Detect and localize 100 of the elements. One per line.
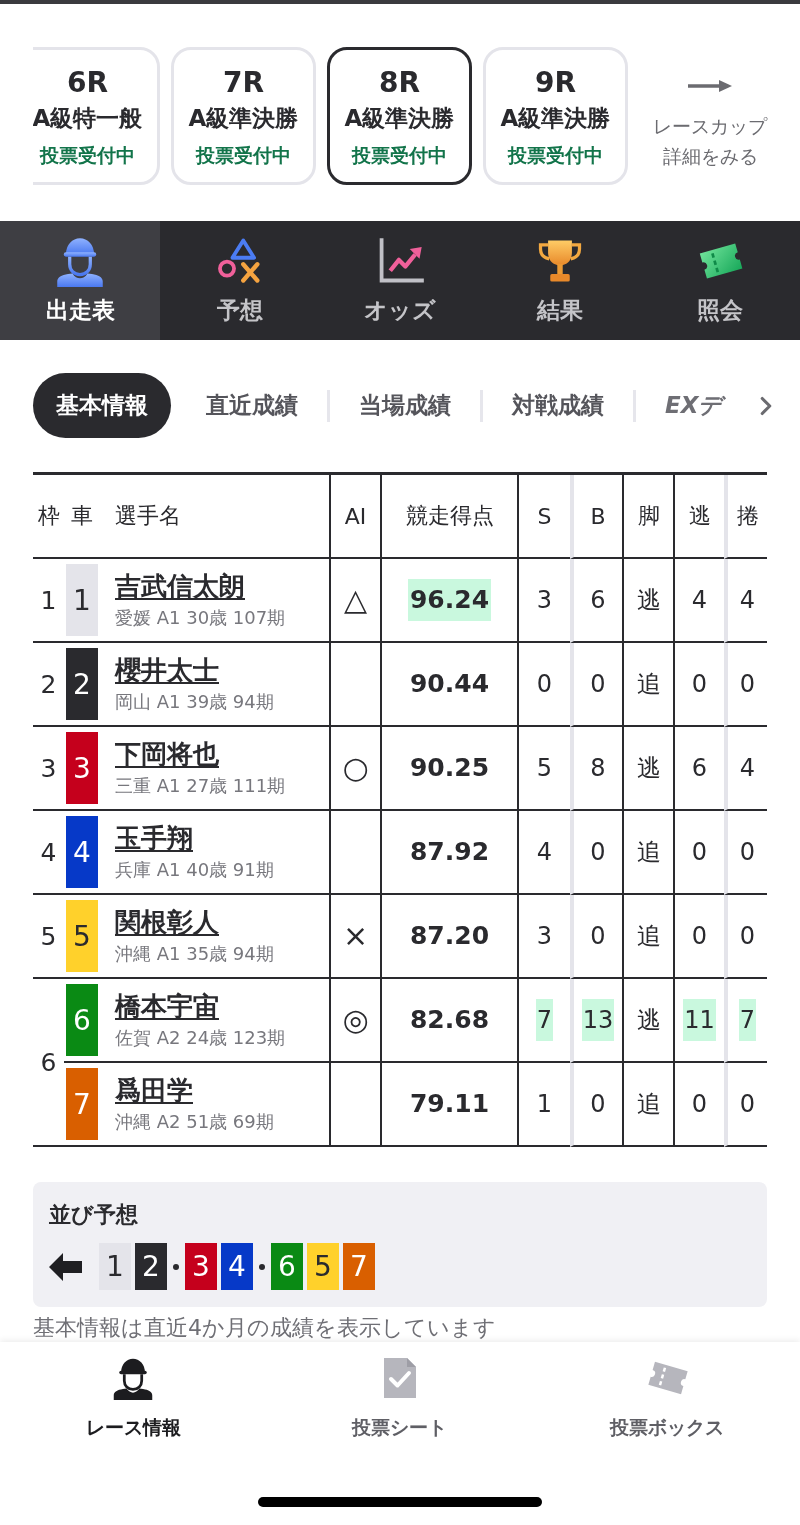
column-header: 選手名 xyxy=(100,475,329,559)
lineup-car-number: 3 xyxy=(185,1243,217,1290)
rider-name-link[interactable]: 下岡将也 xyxy=(115,738,219,770)
stat-value: 0 xyxy=(589,921,607,952)
rider-profile: 兵庫 A1 40歳 91期 xyxy=(115,858,275,882)
betting-status: 投票受付中 xyxy=(508,143,603,168)
lineup-car-number: 4 xyxy=(221,1243,253,1290)
stat-value: 4 xyxy=(738,585,757,616)
lineup-title: 並び予想 xyxy=(49,1202,139,1228)
column-header: 枠 xyxy=(33,475,64,559)
frame-number: 3 xyxy=(33,727,64,811)
ai-mark: △ xyxy=(329,559,380,643)
stat-value: 逃 xyxy=(635,585,662,616)
race-grade: A級準決勝 xyxy=(344,104,455,133)
race-number: 7R xyxy=(222,66,264,100)
betting-status: 投票受付中 xyxy=(40,143,135,168)
stat-value: 逃 xyxy=(635,1005,662,1036)
rider-name-link[interactable]: 関根彰人 xyxy=(115,906,219,938)
car-number: 4 xyxy=(66,816,98,888)
info-tab[interactable]: 基本情報 xyxy=(33,373,171,438)
rider-profile: 岡山 A1 39歳 94期 xyxy=(115,690,275,714)
column-header: 車 xyxy=(64,475,100,559)
stat-value: 11 xyxy=(683,999,716,1041)
lineup-car-number: 6 xyxy=(271,1243,303,1290)
nav-tab[interactable]: 出走表 xyxy=(0,221,160,340)
stat-value: 0 xyxy=(589,837,607,868)
rider-profile: 愛媛 A1 30歳 107期 xyxy=(115,606,287,630)
info-tab[interactable]: 対戦成績 xyxy=(483,373,633,438)
race-card[interactable]: 8R A級準決勝 投票受付中 xyxy=(327,47,472,185)
stat-value: 4 xyxy=(535,837,554,868)
stat-value: 6 xyxy=(690,753,709,784)
race-score: 96.24 xyxy=(407,579,492,621)
lineup-car-number: 1 xyxy=(99,1243,131,1290)
rider-name-link[interactable]: 橋本宇宙 xyxy=(115,990,219,1022)
stat-value: 追 xyxy=(635,921,662,952)
ai-mark: ○ xyxy=(329,727,380,811)
nav-tab[interactable]: 照会 xyxy=(640,221,800,340)
stat-value: 逃 xyxy=(635,753,662,784)
rider-name-link[interactable]: 吉武信太朗 xyxy=(115,570,245,602)
stat-value: 6 xyxy=(589,585,607,616)
race-cup-details-link[interactable]: レースカップ 詳細をみる xyxy=(640,80,780,171)
column-header: S xyxy=(517,475,570,559)
rider-name-link[interactable]: 爲田学 xyxy=(115,1074,193,1106)
arrow-left-icon xyxy=(49,1252,82,1281)
bottom-tab[interactable]: 投票ボックス xyxy=(533,1342,800,1440)
stat-value: 0 xyxy=(738,921,757,952)
stat-value: 0 xyxy=(738,837,757,868)
nav-tab[interactable]: 予想 xyxy=(160,221,320,340)
ai-mark: × xyxy=(329,895,380,979)
race-grade: A級準決勝 xyxy=(188,104,299,133)
column-header: 競走得点 xyxy=(380,475,517,559)
info-tab[interactable]: 当場成績 xyxy=(330,373,480,438)
stat-value: 13 xyxy=(581,999,615,1041)
stat-value: 7 xyxy=(738,999,757,1041)
car-number: 2 xyxy=(66,648,98,720)
column-header: 逃 xyxy=(673,475,724,559)
race-card[interactable]: 7R A級準決勝 投票受付中 xyxy=(171,47,316,185)
frame-number: 4 xyxy=(33,811,64,895)
rider-name-link[interactable]: 櫻井太士 xyxy=(115,654,219,686)
nav-tab[interactable]: 結果 xyxy=(480,221,640,340)
race-grade: A級特一般 xyxy=(33,104,143,133)
lineup-car-number: 5 xyxy=(307,1243,339,1290)
nav-tab[interactable]: オッズ xyxy=(320,221,480,340)
car-number: 6 xyxy=(66,984,98,1056)
stat-value: 0 xyxy=(690,921,709,952)
column-header: AI xyxy=(329,475,380,559)
ai-mark: ◎ xyxy=(329,979,380,1063)
frame-number: 2 xyxy=(33,643,64,727)
bottom-tab[interactable]: 投票シート xyxy=(266,1342,534,1440)
column-header: 捲 xyxy=(724,475,767,559)
footnote: 基本情報は直近4か月の成績を表示しています xyxy=(33,1315,497,1341)
lineup-car-number: 7 xyxy=(343,1243,375,1290)
race-score: 90.25 xyxy=(408,752,491,784)
arrow-right-icon xyxy=(688,80,732,92)
race-number: 8R xyxy=(378,66,420,100)
stat-value: 0 xyxy=(738,669,757,700)
car-number: 7 xyxy=(66,1068,98,1140)
race-card[interactable]: 9R A級準決勝 投票受付中 xyxy=(483,47,628,185)
rider-profile: 沖縄 A1 35歳 94期 xyxy=(115,942,275,966)
stat-value: 4 xyxy=(690,585,709,616)
rider-profile: 沖縄 A2 51歳 69期 xyxy=(115,1110,275,1134)
info-tab[interactable]: 直近成績 xyxy=(177,373,327,438)
car-number: 3 xyxy=(66,732,98,804)
stat-value: 7 xyxy=(535,999,554,1041)
car-number: 1 xyxy=(66,564,98,636)
frame-number: 6 xyxy=(33,979,64,1147)
rider-name-link[interactable]: 玉手翔 xyxy=(115,822,193,854)
race-score: 90.44 xyxy=(408,668,491,700)
bottom-tab[interactable]: レース情報 xyxy=(0,1342,267,1440)
stat-value: 8 xyxy=(589,753,607,784)
race-card[interactable]: 6R A級特一般 投票受付中 xyxy=(33,47,160,185)
rider-profile: 佐賀 A2 24歳 123期 xyxy=(115,1026,287,1050)
race-score: 79.11 xyxy=(408,1088,491,1120)
column-header: 脚 xyxy=(622,475,673,559)
stat-value: 0 xyxy=(589,669,607,700)
info-tab[interactable]: EXデ xyxy=(636,373,752,438)
stat-value: 5 xyxy=(535,753,554,784)
stat-value: 0 xyxy=(690,669,709,700)
race-number: 9R xyxy=(534,66,576,100)
stat-value: 追 xyxy=(635,837,662,868)
